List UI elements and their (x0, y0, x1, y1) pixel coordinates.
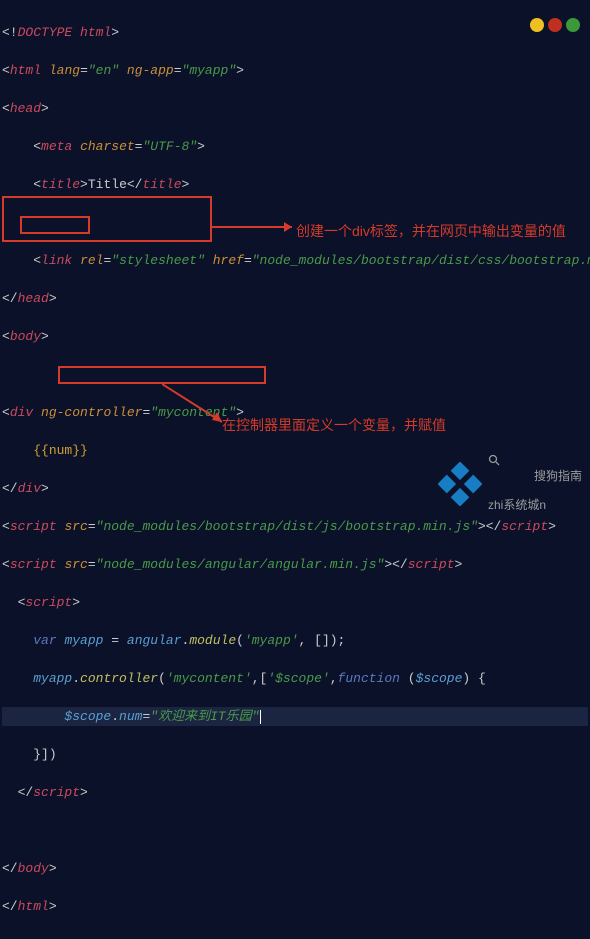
browser-icon (566, 18, 580, 32)
watermark-text-1: 搜狗指南 (488, 454, 582, 498)
browser-icons (530, 18, 580, 32)
text-cursor (260, 710, 261, 724)
opera-icon (548, 18, 562, 32)
annotation-text-1: 创建一个div标签，并在网页中输出变量的值 (296, 222, 566, 240)
chrome-icon (530, 18, 544, 32)
watermark: 搜狗指南 zhi系统城n (438, 454, 582, 513)
search-icon (488, 454, 532, 498)
annotation-text-2: 在控制器里面定义一个变量，并赋值 (222, 416, 522, 434)
watermark-text-2: zhi系统城n (488, 498, 582, 513)
diamond-logo-icon (438, 462, 482, 506)
